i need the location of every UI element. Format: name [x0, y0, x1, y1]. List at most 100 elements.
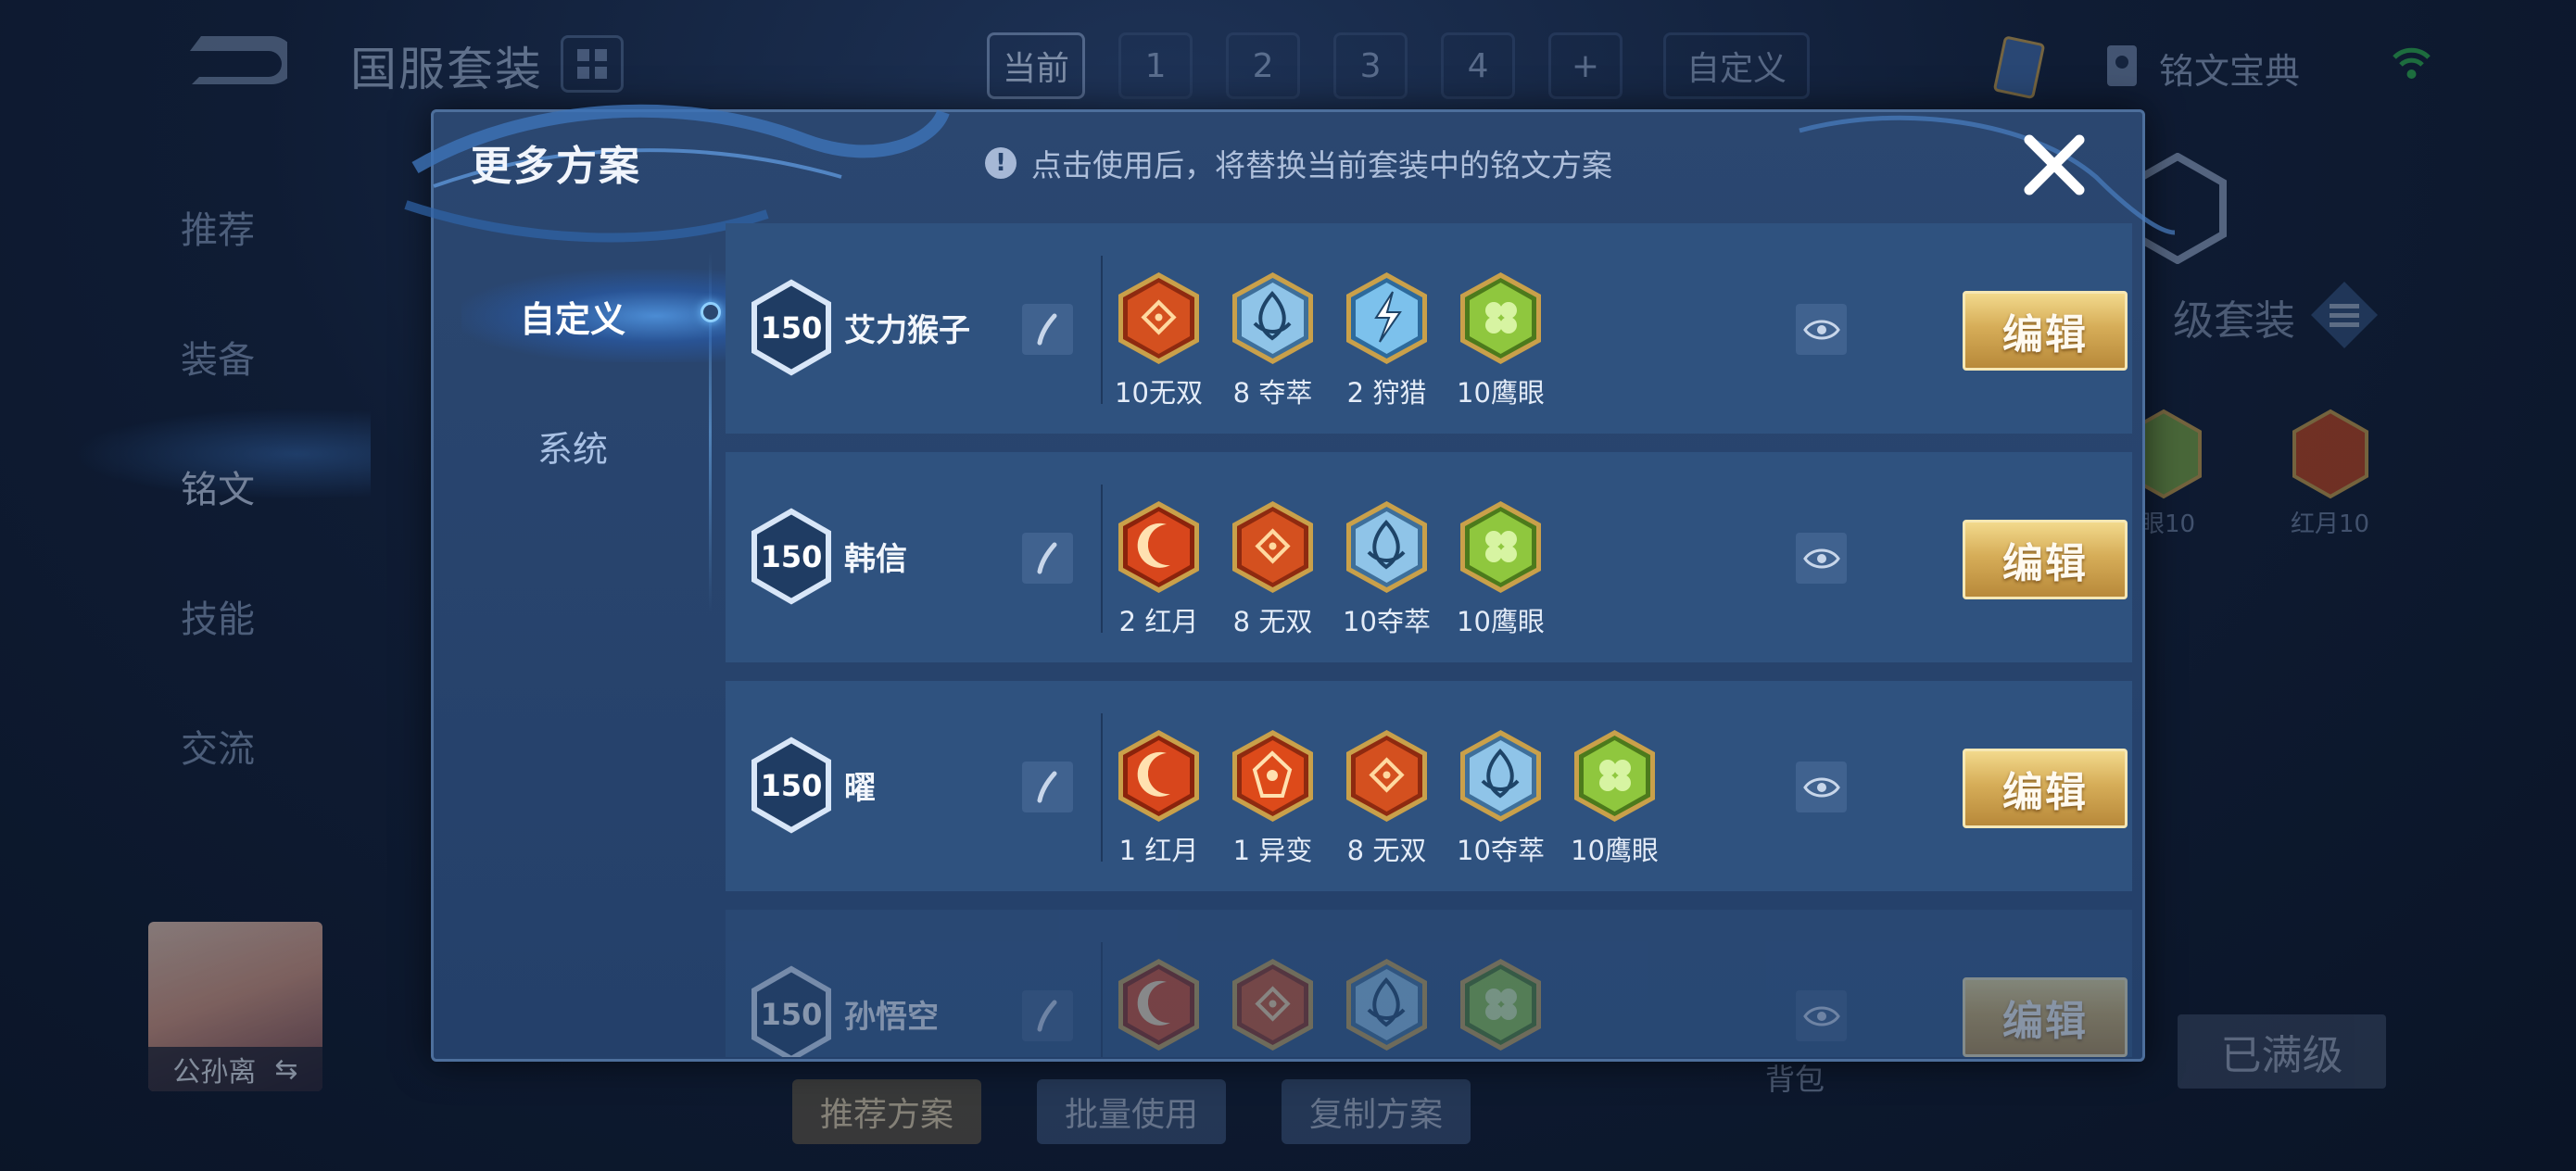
plan-row[interactable]: 150 曜 1 红月 1 异变 8 无双 10夺萃 10鹰眼 编辑	[726, 681, 2132, 891]
eye-icon	[1802, 1006, 1840, 1026]
rune-list	[1115, 956, 1545, 1057]
maxed-level-button: 已满级	[2178, 1014, 2386, 1089]
row-divider	[1101, 942, 1103, 1057]
tab-plan-1[interactable]: 1	[1118, 32, 1193, 99]
rune-item[interactable]	[1457, 956, 1545, 1057]
wushuang-rune-icon	[1229, 498, 1317, 596]
rename-button[interactable]	[1022, 533, 1073, 584]
menu-icon[interactable]	[2307, 278, 2381, 352]
rune-label: 1 异变	[1232, 835, 1313, 866]
preview-button[interactable]	[1796, 990, 1847, 1041]
close-button[interactable]	[2013, 123, 2096, 207]
edit-button[interactable]: 编辑	[1963, 520, 2128, 599]
tab-current[interactable]: 当前	[987, 32, 1086, 99]
rune-item[interactable]: 8 夺萃	[1229, 270, 1317, 410]
rune-list: 1 红月 1 异变 8 无双 10夺萃 10鹰眼	[1115, 727, 1659, 868]
rune-dictionary-button[interactable]: 铭文宝典	[2103, 35, 2300, 100]
wushuang-rune-icon	[1343, 727, 1431, 825]
rune-item[interactable]: 8 无双	[1229, 498, 1317, 639]
preview-button[interactable]	[1796, 304, 1847, 355]
info-icon: !	[985, 147, 1017, 179]
dialog-title: 更多方案	[471, 143, 641, 190]
rune-dictionary-label: 铭文宝典	[2159, 50, 2301, 92]
rune-item[interactable]: 10夺萃	[1343, 498, 1431, 639]
duocui-rune-icon	[1343, 498, 1431, 596]
level-value: 150	[760, 996, 823, 1032]
tab-plan-3[interactable]: 3	[1333, 32, 1408, 99]
rune-item[interactable]: 8 无双	[1343, 727, 1431, 868]
rune-label: 10鹰眼	[1571, 835, 1659, 866]
plan-row[interactable]: 150 韩信 2 红月 8 无双 10夺萃 10鹰眼 编辑	[726, 452, 2132, 662]
plan-list[interactable]: 150 艾力猴子 10无双 8 夺萃 2 狩猎 10鹰眼 编辑 150 韩信 2 红月 8 无双 10…	[726, 223, 2132, 1057]
row-divider	[1101, 256, 1103, 404]
preview-button[interactable]	[1796, 533, 1847, 584]
yingyan-rune-icon	[1457, 956, 1545, 1053]
plan-name: 韩信	[844, 541, 907, 578]
tab-plan-4[interactable]: 4	[1441, 32, 1516, 99]
rune-item[interactable]: 1 异变	[1229, 727, 1317, 868]
level-badge-icon: 150	[749, 965, 834, 1057]
plan-row[interactable]: 150 孙悟空 编辑	[726, 910, 2132, 1057]
red-moon-rune-icon	[2292, 409, 2368, 499]
rename-button[interactable]	[1022, 762, 1073, 812]
edit-button[interactable]: 编辑	[1963, 977, 2128, 1057]
suit-label: 级套装	[2173, 297, 2295, 345]
rune-label: 2 狩猎	[1346, 377, 1427, 409]
plan-name: 艾力猴子	[844, 312, 970, 349]
rune-dictionary-icon	[2107, 45, 2137, 86]
rune-label: 8 无双	[1232, 606, 1313, 637]
yingyan-rune-icon	[1457, 498, 1545, 596]
rune-item[interactable]: 10无双	[1115, 270, 1203, 410]
preview-button[interactable]	[1796, 762, 1847, 812]
bottom-button-row: 推荐方案 批量使用 复制方案	[792, 1079, 1471, 1144]
hero-name: 公孙离	[172, 1056, 257, 1089]
rune-item[interactable]	[1229, 956, 1317, 1057]
rune-item[interactable]: 2 红月	[1115, 498, 1203, 639]
tab-custom[interactable]: 自定义	[1663, 32, 1811, 99]
rune-item[interactable]	[1343, 956, 1431, 1057]
rune-book-icon[interactable]	[1983, 35, 2057, 100]
rune-label: 10鹰眼	[1457, 606, 1545, 637]
rune-label: 8 夺萃	[1232, 377, 1313, 409]
rune-item[interactable]: 10鹰眼	[1457, 270, 1545, 410]
grid-icon	[577, 49, 607, 79]
tab-add-plan[interactable]: +	[1548, 32, 1623, 99]
active-tab-indicator	[701, 302, 721, 322]
rune-item[interactable]: 2 狩猎	[1343, 270, 1431, 410]
close-icon	[2024, 134, 2085, 195]
rune-label: 10夺萃	[1457, 835, 1545, 866]
wushuang-rune-icon	[1115, 270, 1203, 367]
bag-label[interactable]: 背包	[1765, 1056, 1825, 1099]
edit-button[interactable]: 编辑	[1963, 749, 2128, 828]
nav-item-runes[interactable]: 铭文	[181, 422, 255, 551]
edit-button[interactable]: 编辑	[1963, 291, 2128, 371]
level-badge-icon: 150	[749, 279, 834, 376]
right-rune-label-2: 红月10	[2291, 510, 2370, 538]
rune-item[interactable]: 10鹰眼	[1457, 498, 1545, 639]
rune-item[interactable]	[1115, 956, 1203, 1057]
rename-button[interactable]	[1022, 304, 1073, 355]
rune-item[interactable]: 10夺萃	[1457, 727, 1545, 868]
swap-icon[interactable]: ⇆	[274, 1053, 297, 1086]
hongyue-rune-icon	[1115, 498, 1203, 596]
notice-text: 点击使用后，将替换当前套装中的铭文方案	[1031, 147, 1612, 183]
side-tab-custom[interactable]: 自定义	[434, 251, 739, 381]
recommend-plan-button[interactable]: 推荐方案	[792, 1079, 982, 1144]
grid-view-button[interactable]	[561, 35, 624, 93]
tab-plan-2[interactable]: 2	[1226, 32, 1301, 99]
dialog-side-tabs: 自定义 系统	[434, 251, 739, 510]
batch-use-button[interactable]: 批量使用	[1037, 1079, 1227, 1144]
nav-item-equipment[interactable]: 装备	[181, 292, 255, 422]
nav-item-community[interactable]: 交流	[181, 681, 255, 811]
back-arrow-icon[interactable]	[181, 32, 287, 93]
plan-row[interactable]: 150 艾力猴子 10无双 8 夺萃 2 狩猎 10鹰眼 编辑	[726, 223, 2132, 434]
hero-card[interactable]: 公孙离 ⇆	[148, 922, 322, 1091]
side-tab-system[interactable]: 系统	[434, 381, 712, 510]
rename-button[interactable]	[1022, 990, 1073, 1041]
copy-plan-button[interactable]: 复制方案	[1282, 1079, 1471, 1144]
nav-item-skills[interactable]: 技能	[181, 551, 255, 681]
rune-item[interactable]: 10鹰眼	[1571, 727, 1659, 868]
nav-item-recommend[interactable]: 推荐	[181, 162, 255, 292]
plan-tabs: 当前 1 2 3 4 +	[987, 32, 1623, 99]
rune-item[interactable]: 1 红月	[1115, 727, 1203, 868]
